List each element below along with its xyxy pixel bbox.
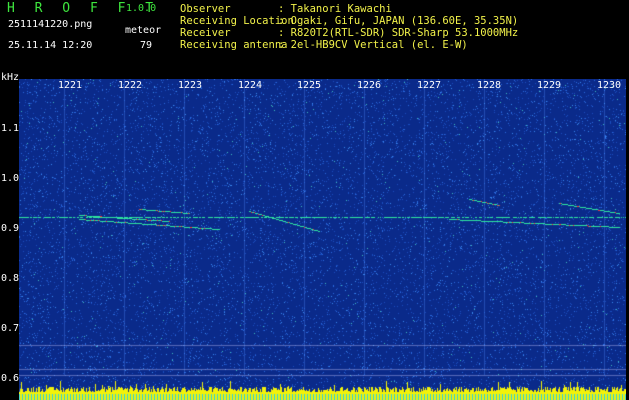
time-label: 1221 <box>58 80 83 91</box>
receiver-value: : R820T2(RTL-SDR) SDR-Sharp 53.1000MHz <box>278 27 519 39</box>
detection-count: 79 <box>140 40 153 51</box>
time-label: 1225 <box>297 80 322 91</box>
y-tick-label: 0.8 <box>1 273 20 284</box>
antenna-value: : 2el-HB9CV Vertical (el. E-W) <box>278 39 468 51</box>
y-tick-label: 1.0 <box>1 173 20 184</box>
time-label: 1222 <box>118 80 143 91</box>
y-tick-label: 0.7 <box>1 323 20 334</box>
receiver-label: Receiver <box>180 27 231 39</box>
time-label: 1226 <box>357 80 382 91</box>
time-label: 1224 <box>238 80 263 91</box>
detection-type: meteor <box>125 25 162 36</box>
time-label: 1227 <box>417 80 442 91</box>
location-value: : Ogaki, Gifu, JAPAN (136.60E, 35.35N) <box>278 15 519 27</box>
observer-label: Observer <box>180 3 231 15</box>
file-name: 2511141220.png <box>8 19 93 30</box>
time-label: 1228 <box>477 80 502 91</box>
y-tick-label: 0.9 <box>1 223 20 234</box>
file-datetime: 25.11.14 12:20 <box>8 40 93 51</box>
spectrogram-canvas <box>19 79 626 400</box>
y-tick-label: 0.6 <box>1 373 20 384</box>
observer-value: : Takanori Kawachi <box>278 3 392 15</box>
time-label: 1223 <box>178 80 203 91</box>
location-label: Receiving Location <box>180 15 294 27</box>
y-tick-label: 1.1 <box>1 123 20 134</box>
time-label: 1230 <box>597 80 622 91</box>
app-version: 1.0.0 <box>126 3 157 14</box>
axis-unit-label: kHz <box>1 72 20 83</box>
antenna-label: Receiving antenna <box>180 39 288 51</box>
time-label: 1229 <box>537 80 562 91</box>
